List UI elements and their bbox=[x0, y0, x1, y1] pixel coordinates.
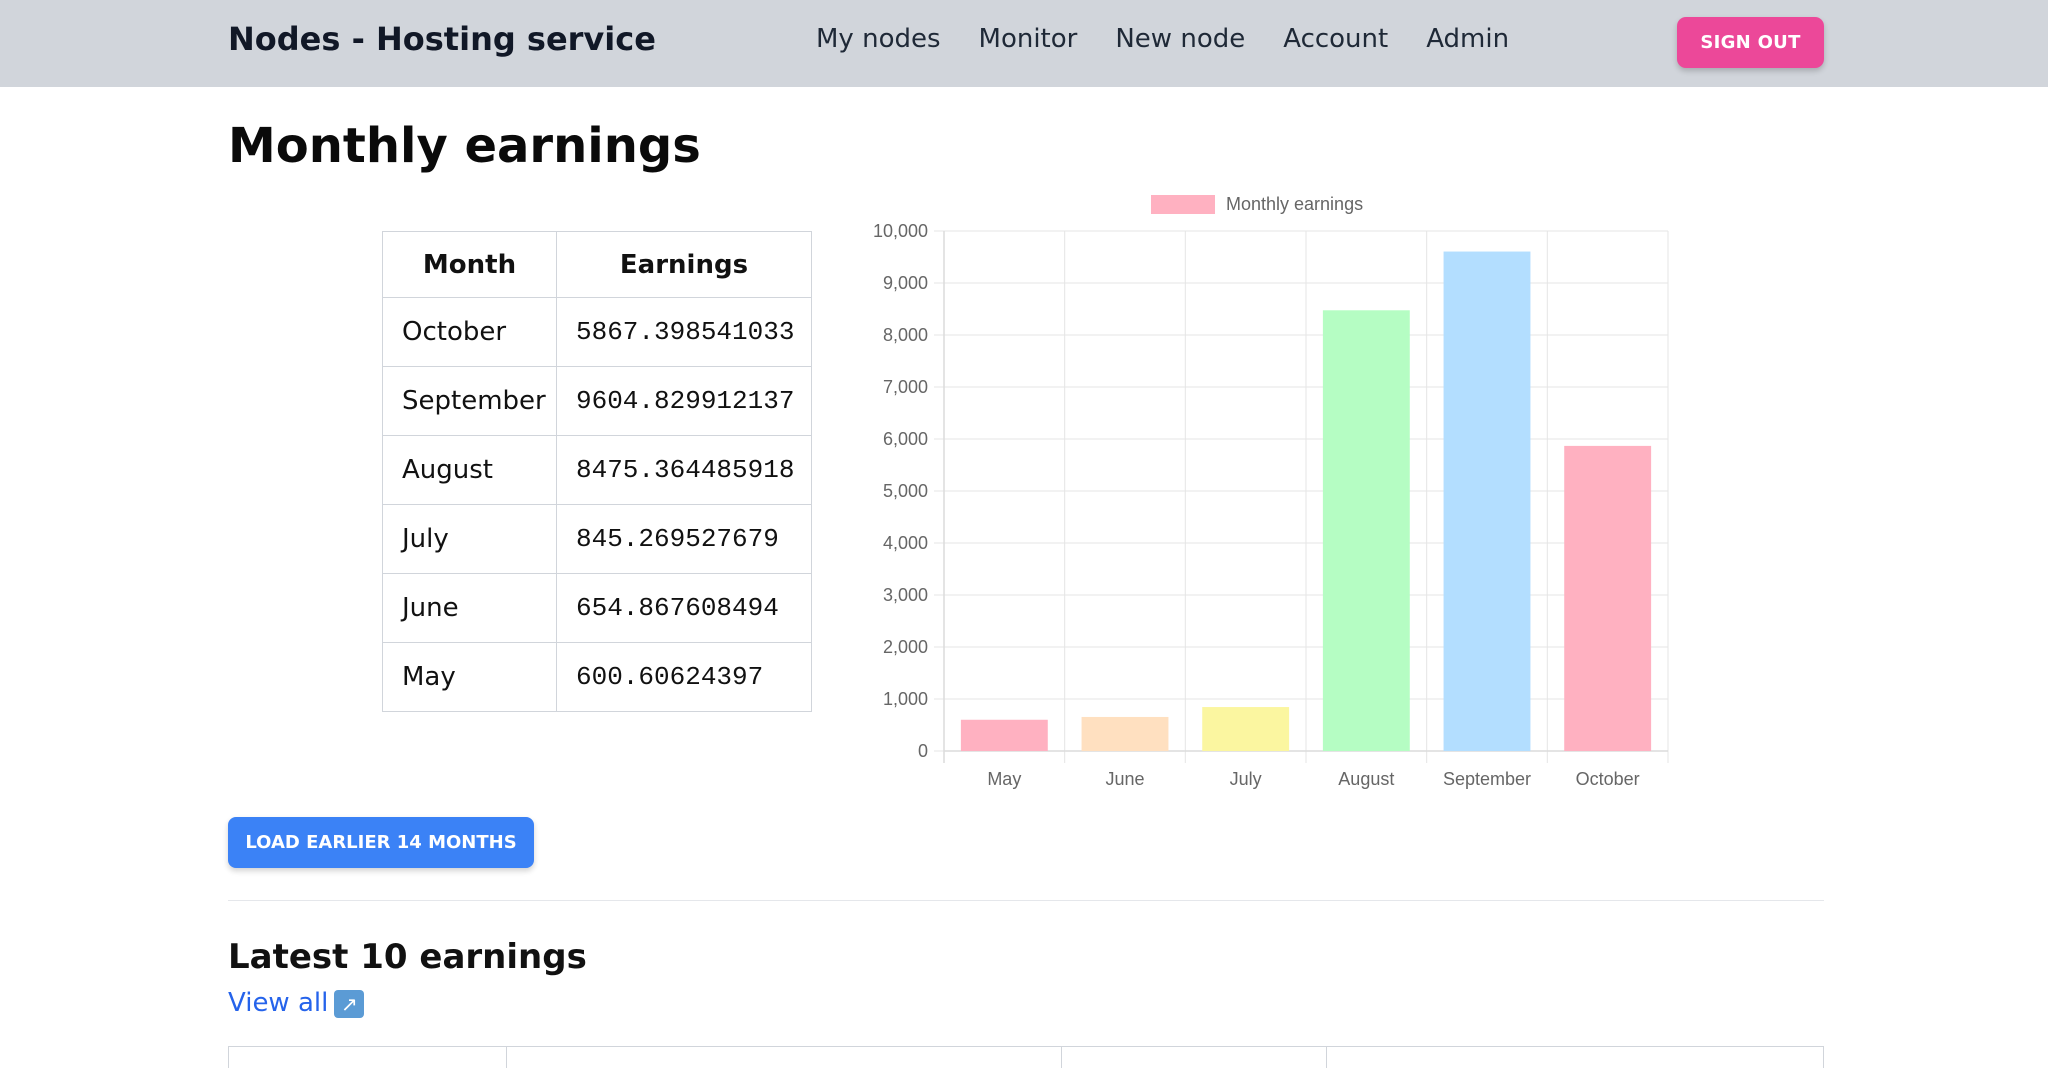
nav-my-nodes[interactable]: My nodes bbox=[816, 24, 941, 54]
page-title: Monthly earnings bbox=[228, 118, 701, 174]
cell-earnings: 600.60624397 bbox=[556, 642, 812, 712]
brand-title[interactable]: Nodes - Hosting service bbox=[228, 20, 656, 58]
latest-table-column bbox=[1062, 1047, 1327, 1068]
bar-october bbox=[1564, 445, 1652, 751]
latest-earnings-title: Latest 10 earnings bbox=[228, 937, 587, 977]
y-tick-label: 0 bbox=[918, 741, 928, 761]
table-row: September 9604.829912137 bbox=[382, 366, 812, 436]
y-tick-label: 9,000 bbox=[883, 273, 928, 293]
nav-links: My nodes Monitor New node Account Admin bbox=[816, 24, 1509, 54]
cell-earnings: 9604.829912137 bbox=[556, 366, 812, 436]
section-divider bbox=[228, 900, 1824, 901]
bar-june bbox=[1081, 716, 1169, 751]
y-tick-label: 5,000 bbox=[883, 481, 928, 501]
column-header-month: Month bbox=[382, 231, 557, 298]
cell-earnings: 5867.398541033 bbox=[556, 297, 812, 367]
latest-table-column bbox=[1327, 1047, 1823, 1068]
y-tick-label: 8,000 bbox=[883, 325, 928, 345]
cell-earnings: 654.867608494 bbox=[556, 573, 812, 643]
y-tick-label: 6,000 bbox=[883, 429, 928, 449]
x-tick-label: October bbox=[1576, 769, 1640, 789]
table-header-row: Month Earnings bbox=[382, 231, 812, 298]
sign-out-button[interactable]: SIGN OUT bbox=[1677, 17, 1824, 68]
x-tick-label: July bbox=[1230, 769, 1262, 789]
table-row: August 8475.364485918 bbox=[382, 435, 812, 505]
nav-account[interactable]: Account bbox=[1283, 24, 1388, 54]
cell-month: May bbox=[382, 642, 557, 712]
navbar: Nodes - Hosting service My nodes Monitor… bbox=[0, 0, 2048, 87]
x-tick-label: September bbox=[1443, 769, 1531, 789]
nav-new-node[interactable]: New node bbox=[1115, 24, 1245, 54]
latest-earnings-table bbox=[228, 1046, 1824, 1068]
cell-earnings: 845.269527679 bbox=[556, 504, 812, 574]
cell-month: June bbox=[382, 573, 557, 643]
cell-month: July bbox=[382, 504, 557, 574]
table-row: June 654.867608494 bbox=[382, 573, 812, 643]
cell-month: August bbox=[382, 435, 557, 505]
y-tick-label: 10,000 bbox=[873, 221, 928, 241]
cell-month: October bbox=[382, 297, 557, 367]
y-tick-label: 2,000 bbox=[883, 637, 928, 657]
x-tick-label: June bbox=[1105, 769, 1144, 789]
legend-label: Monthly earnings bbox=[1226, 194, 1363, 214]
earnings-bar-chart: 0 1,000 2,000 3,000 4,000 5,000 6,000 7,000 8,00… bbox=[873, 194, 1669, 789]
legend-swatch bbox=[1151, 195, 1215, 214]
load-earlier-button[interactable]: LOAD EARLIER 14 MONTHS bbox=[228, 817, 534, 868]
view-all-label: View all bbox=[228, 988, 329, 1018]
view-all-link[interactable]: View all ↗ bbox=[228, 988, 365, 1018]
latest-table-column bbox=[507, 1047, 1062, 1068]
y-tick-label: 4,000 bbox=[883, 533, 928, 553]
bar-august bbox=[1322, 310, 1410, 751]
table-row: July 845.269527679 bbox=[382, 504, 812, 574]
table-row: May 600.60624397 bbox=[382, 642, 812, 712]
bar-may bbox=[960, 719, 1048, 751]
nav-admin[interactable]: Admin bbox=[1426, 24, 1509, 54]
latest-table-column bbox=[229, 1047, 507, 1068]
y-tick-label: 1,000 bbox=[883, 689, 928, 709]
y-tick-label: 3,000 bbox=[883, 585, 928, 605]
column-header-earnings: Earnings bbox=[556, 231, 812, 298]
cell-earnings: 8475.364485918 bbox=[556, 435, 812, 505]
bar-july bbox=[1202, 707, 1290, 751]
table-row: October 5867.398541033 bbox=[382, 297, 812, 367]
bar-september bbox=[1443, 251, 1531, 752]
y-tick-label: 7,000 bbox=[883, 377, 928, 397]
cell-month: September bbox=[382, 366, 557, 436]
x-tick-label: August bbox=[1338, 769, 1394, 789]
x-tick-label: May bbox=[987, 769, 1021, 789]
earnings-table: Month Earnings October 5867.398541033 Se… bbox=[382, 231, 812, 712]
external-link-arrow-icon: ↗ bbox=[334, 989, 365, 1018]
nav-monitor[interactable]: Monitor bbox=[979, 24, 1078, 54]
